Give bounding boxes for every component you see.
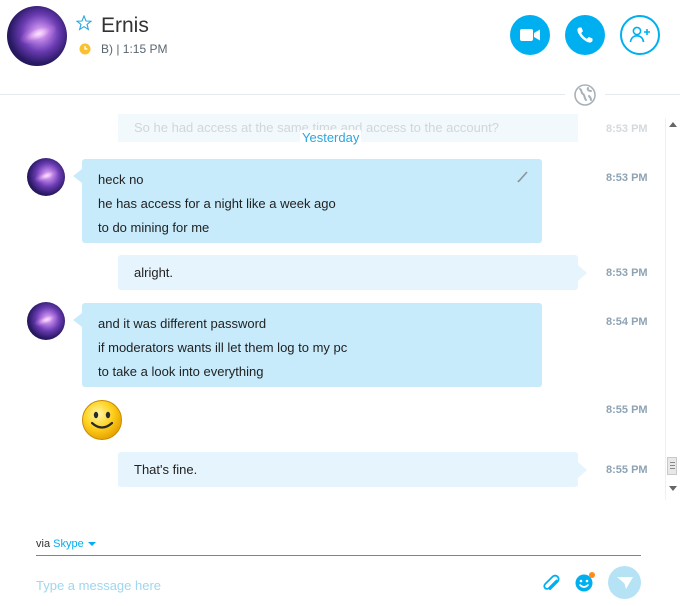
message-time: 8:55 PM xyxy=(606,464,648,476)
sender-avatar[interactable] xyxy=(27,302,65,340)
message-line: to take a look into everything xyxy=(98,364,264,379)
message-line: and it was different password xyxy=(98,316,267,331)
day-separator: Yesterday xyxy=(300,130,362,145)
message-time: 8:55 PM xyxy=(606,404,648,416)
header-divider xyxy=(0,94,565,95)
message-line: if moderators wants ill let them log to … xyxy=(98,340,348,355)
message-input[interactable] xyxy=(34,572,518,598)
header-divider xyxy=(605,94,680,95)
scroll-thumb[interactable] xyxy=(667,457,677,475)
video-camera-icon xyxy=(520,29,540,41)
contact-avatar[interactable] xyxy=(7,6,67,66)
add-people-button[interactable] xyxy=(620,15,660,55)
send-arrow-icon xyxy=(616,576,633,589)
incoming-message[interactable]: and it was different password if moderat… xyxy=(73,303,542,387)
incoming-message[interactable]: heck no he has access for a night like a… xyxy=(73,159,542,243)
away-clock-icon xyxy=(79,43,91,55)
message-time: 8:53 PM xyxy=(606,267,648,279)
outgoing-message[interactable]: alright. xyxy=(118,255,587,290)
composer-divider xyxy=(36,555,641,556)
contact-status: B) | 1:15 PM xyxy=(101,42,168,56)
favorite-star-icon[interactable] xyxy=(76,15,92,31)
scroll-up-arrow-icon[interactable] xyxy=(669,122,677,127)
message-line: he has access for a night like a week ag… xyxy=(98,196,336,211)
message-line: heck no xyxy=(98,172,144,187)
smile-emoticon-icon[interactable] xyxy=(81,399,123,441)
outgoing-message[interactable]: That's fine. xyxy=(118,452,587,487)
contact-name[interactable]: Ernis xyxy=(101,14,149,38)
sender-avatar[interactable] xyxy=(27,158,65,196)
edited-pencil-icon xyxy=(517,171,528,183)
message-time: 8:53 PM xyxy=(606,123,648,135)
message-line: That's fine. xyxy=(134,462,198,477)
add-person-icon xyxy=(629,26,650,43)
message-line: to do mining for me xyxy=(98,220,210,235)
conversation-pane: So he had access at the same time and ac… xyxy=(0,110,665,500)
phone-icon xyxy=(577,27,593,43)
via-selector[interactable]: via Skype xyxy=(36,538,96,550)
message-time: 8:53 PM xyxy=(606,172,648,184)
paperclip-icon[interactable] xyxy=(540,571,562,593)
audio-call-button[interactable] xyxy=(565,15,605,55)
video-call-button[interactable] xyxy=(510,15,550,55)
message-line: alright. xyxy=(134,265,174,280)
conversation-scrollbar[interactable] xyxy=(665,118,679,500)
conversation-header: Ernis B) | 1:15 PM xyxy=(0,0,680,94)
caret-down-icon[interactable] xyxy=(87,542,96,547)
message-time: 8:54 PM xyxy=(606,316,648,328)
send-button[interactable] xyxy=(608,566,641,599)
via-service[interactable]: Skype xyxy=(53,538,84,550)
globe-icon[interactable] xyxy=(574,84,596,106)
via-prefix: via xyxy=(36,538,51,550)
emoticon-picker-icon[interactable] xyxy=(574,571,596,593)
scroll-down-arrow-icon[interactable] xyxy=(669,486,677,491)
